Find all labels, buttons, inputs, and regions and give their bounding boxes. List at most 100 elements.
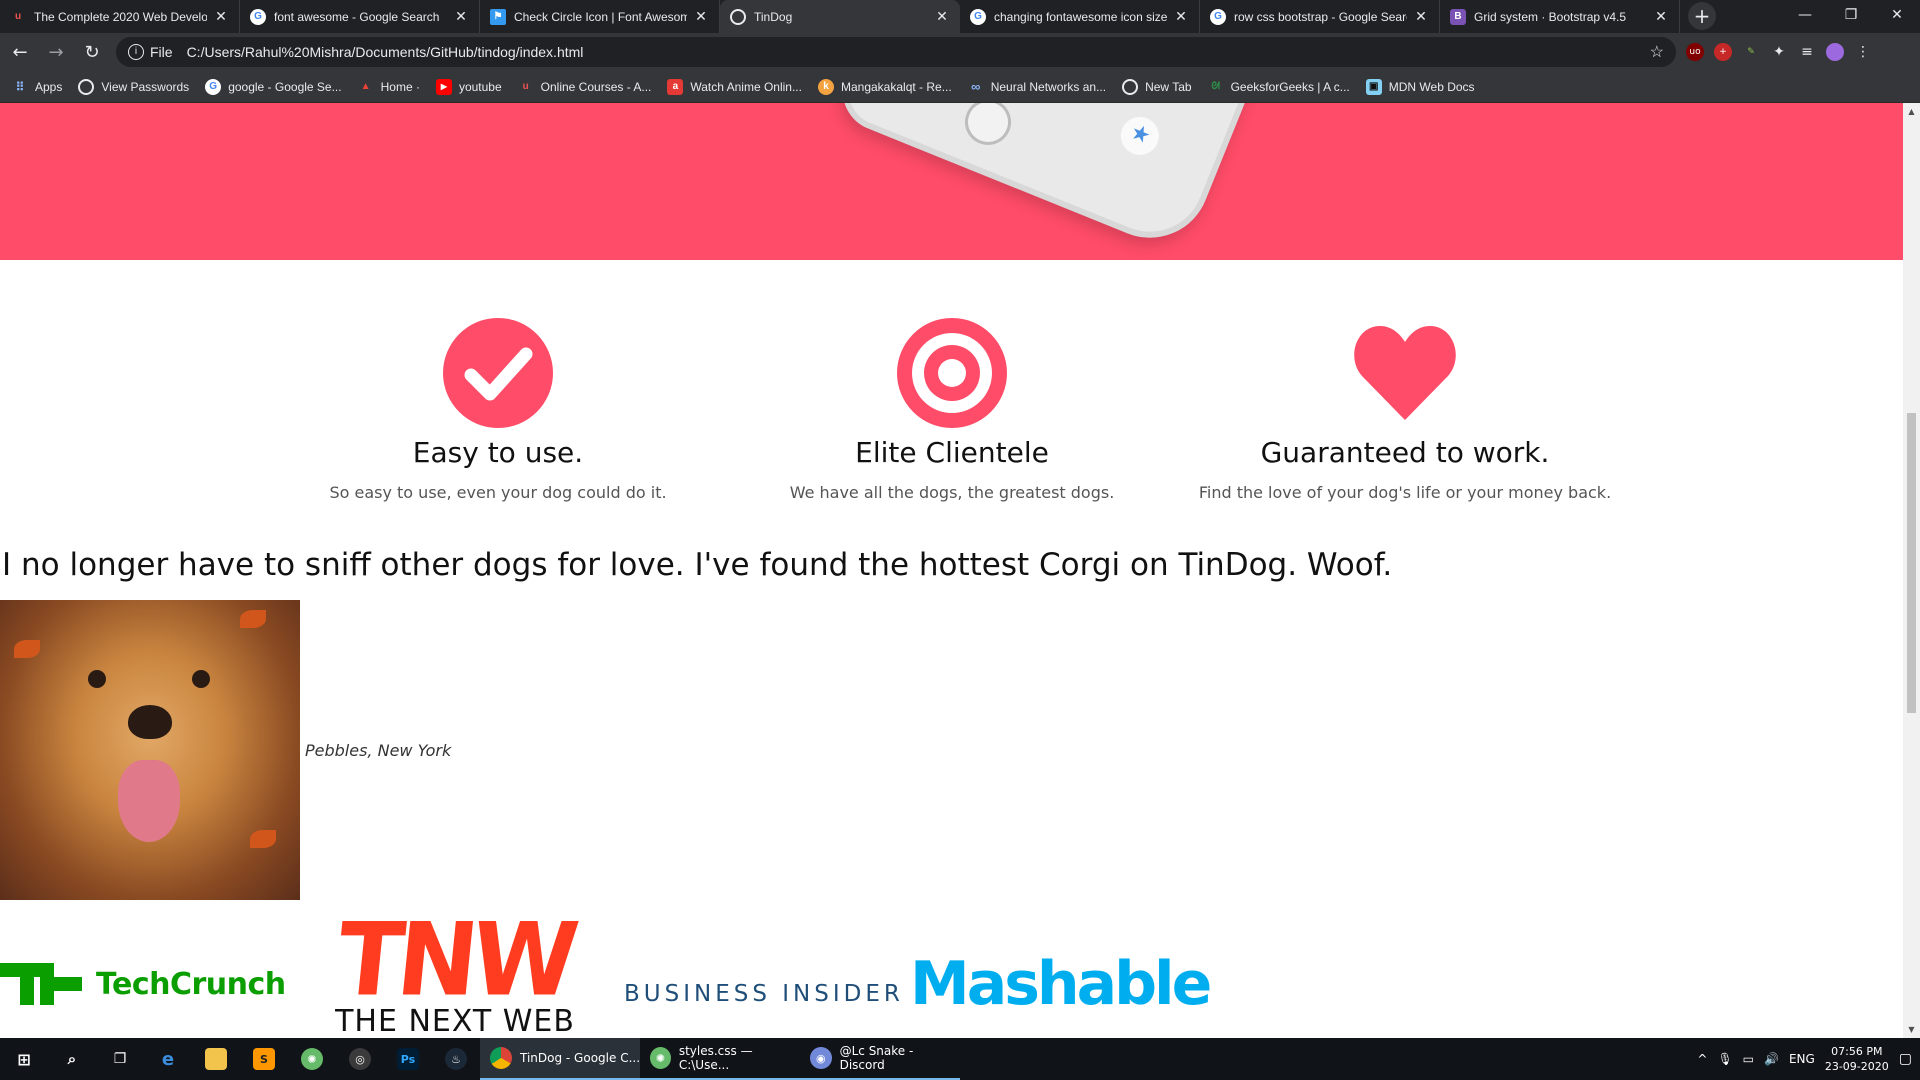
tnw-logo: TNW THE NEXT WEB xyxy=(305,901,605,1037)
clock-date: 23-09-2020 xyxy=(1824,1060,1889,1073)
ublock-icon[interactable]: uo xyxy=(1686,43,1704,61)
minimize-icon[interactable]: — xyxy=(1782,0,1828,30)
task-view-button[interactable]: ❐ xyxy=(96,1038,144,1080)
browser-tab[interactable]: u The Complete 2020 Web Develop ✕ xyxy=(0,0,240,33)
folder-icon xyxy=(205,1048,227,1070)
red-extension-icon[interactable]: + xyxy=(1714,43,1732,61)
udemy-icon: u xyxy=(14,11,22,22)
media-icon[interactable]: ≡ xyxy=(1798,43,1816,61)
tab-title: font awesome - Google Search xyxy=(274,9,440,24)
bookmark-item[interactable]: Ggoogle - Google Se... xyxy=(205,78,342,95)
bookmark-item[interactable]: ▲ Home · xyxy=(358,79,420,95)
google-icon: G xyxy=(250,8,266,25)
leaf-graphic xyxy=(14,640,40,658)
close-icon[interactable]: ✕ xyxy=(213,8,229,25)
notifications-icon[interactable]: ▢ xyxy=(1899,1051,1912,1067)
bookmark-item[interactable]: a Watch Anime Onlin... xyxy=(667,78,802,95)
close-icon[interactable]: ✕ xyxy=(1413,8,1429,25)
task-view-icon: ❐ xyxy=(113,1051,127,1067)
close-icon[interactable]: ✕ xyxy=(934,8,950,25)
taskbar-app-chrome[interactable]: TinDog - Google C... xyxy=(480,1038,640,1080)
close-icon[interactable]: ✕ xyxy=(453,8,469,25)
taskbar-app-discord[interactable]: ◉ @Lc Snake - Discord xyxy=(800,1038,960,1080)
techcrunch-wordmark: TechCrunch xyxy=(96,966,286,1002)
scroll-up-icon[interactable]: ▲ xyxy=(1903,103,1920,120)
volume-icon[interactable]: 🔊 xyxy=(1764,1052,1779,1066)
menu-icon[interactable]: ⋮ xyxy=(1854,43,1872,61)
file-explorer-button[interactable] xyxy=(192,1038,240,1080)
close-icon[interactable]: ✕ xyxy=(1653,8,1669,25)
bookmark-item[interactable]: ∞ Neural Networks an... xyxy=(968,79,1106,95)
pen-extension-icon[interactable]: ✎ xyxy=(1742,43,1760,61)
url-text[interactable]: C:/Users/Rahul%20Mishra/Documents/GitHub… xyxy=(187,44,584,60)
feature-title: Elite Clientele xyxy=(855,436,1049,469)
close-window-icon[interactable]: ✕ xyxy=(1874,0,1920,30)
browser-tab[interactable]: G changing fontawesome icon size ✕ xyxy=(960,0,1200,33)
discord-icon: ◉ xyxy=(810,1047,832,1069)
youtube-icon: ▶ xyxy=(435,78,452,95)
bookmarks-bar: ⠿ Apps View Passwords Ggoogle - Google Se… xyxy=(0,71,1920,103)
puzzle-icon[interactable]: ✦ xyxy=(1770,43,1788,61)
forward-icon[interactable]: → xyxy=(40,36,72,68)
bookmark-item[interactable]: u Online Courses - A... xyxy=(518,79,652,95)
windows-logo-icon: ⊞ xyxy=(17,1049,31,1069)
clock[interactable]: 07:56 PM 23-09-2020 xyxy=(1825,1044,1889,1074)
info-icon[interactable]: i xyxy=(128,44,144,60)
bookmark-item[interactable]: ▣ MDN Web Docs xyxy=(1365,78,1475,95)
atom-button[interactable]: ✺ xyxy=(288,1038,336,1080)
browser-tab-active[interactable]: TinDog ✕ xyxy=(720,0,960,33)
bookmark-item[interactable]: New Tab xyxy=(1122,78,1192,95)
photoshop-button[interactable]: Ps xyxy=(384,1038,432,1080)
mashable-logo: Mashable xyxy=(910,949,1212,1019)
edge-icon: e xyxy=(161,1048,175,1070)
browser-tab[interactable]: G row css bootstrap - Google Search ✕ xyxy=(1200,0,1440,33)
sublime-button[interactable]: S xyxy=(240,1038,288,1080)
avatar[interactable] xyxy=(1826,43,1844,61)
tab-title: Grid system · Bootstrap v4.5 xyxy=(1474,9,1627,24)
address-bar[interactable]: i File C:/Users/Rahul%20Mishra/Documents… xyxy=(116,37,1676,67)
mdn-icon: ▣ xyxy=(1365,78,1382,95)
bootstrap-icon: B xyxy=(1450,8,1466,25)
bookmark-item[interactable]: ▶ youtube xyxy=(435,78,502,95)
search-button[interactable]: ⌕ xyxy=(48,1038,96,1080)
globe-icon xyxy=(1122,78,1139,95)
close-icon[interactable]: ✕ xyxy=(1173,8,1189,25)
techcrunch-mark xyxy=(0,963,82,1005)
taskbar-app-atom[interactable]: ✺ styles.css — C:\Use... xyxy=(640,1038,800,1080)
davinci-button[interactable]: ◎ xyxy=(336,1038,384,1080)
iphone-image: ★ xyxy=(830,103,1270,256)
google-icon: G xyxy=(970,8,986,25)
feature-title: Easy to use. xyxy=(412,436,584,469)
close-icon[interactable]: ✕ xyxy=(693,8,709,25)
clock-time: 07:56 PM xyxy=(1831,1045,1883,1058)
browser-tab[interactable]: ⚑ Check Circle Icon | Font Awesome ✕ xyxy=(480,0,720,33)
reload-icon[interactable]: ↻ xyxy=(76,36,108,68)
scrollbar-thumb[interactable] xyxy=(1907,413,1916,713)
scroll-down-icon[interactable]: ▼ xyxy=(1903,1021,1920,1038)
steam-button[interactable]: ♨ xyxy=(432,1038,480,1080)
bookmark-star-icon[interactable]: ☆ xyxy=(1650,42,1664,62)
language-indicator[interactable]: ENG xyxy=(1789,1052,1815,1066)
bookmark-item[interactable]: ᘛ GeeksforGeeks | A c... xyxy=(1208,79,1349,95)
bookmark-apps[interactable]: ⠿ Apps xyxy=(12,79,63,95)
home-button-graphic xyxy=(958,103,1018,152)
restore-icon[interactable]: ❐ xyxy=(1828,0,1874,30)
sublime-icon: S xyxy=(253,1048,275,1070)
back-icon[interactable]: ← xyxy=(4,36,36,68)
tray-chevron-icon[interactable]: ^ xyxy=(1697,1052,1707,1066)
browser-tab[interactable]: G font awesome - Google Search ✕ xyxy=(240,0,480,33)
new-tab-button[interactable]: + xyxy=(1688,2,1716,30)
page-scrollbar[interactable]: ▲ ▼ xyxy=(1903,103,1920,1038)
bookmark-item[interactable]: k Mangakakalqt - Re... xyxy=(817,78,952,95)
microphone-icon[interactable]: 🎙 xyxy=(1717,1052,1732,1066)
edge-button[interactable]: e xyxy=(144,1038,192,1080)
feature-text: Find the love of your dog's life or your… xyxy=(1198,483,1612,502)
network-icon[interactable]: ▭ xyxy=(1743,1052,1754,1066)
bookmark-item[interactable]: View Passwords xyxy=(78,78,189,95)
browser-tab[interactable]: B Grid system · Bootstrap v4.5 ✕ xyxy=(1440,0,1680,33)
features-section: Easy to use. So easy to use, even your d… xyxy=(0,260,1903,545)
gfg-icon: ᘛ xyxy=(1211,81,1220,92)
search-icon: ⌕ xyxy=(67,1050,77,1068)
press-section: TechCrunch TNW THE NEXT WEB BUSINESS INS… xyxy=(0,901,1903,1038)
start-button[interactable]: ⊞ xyxy=(0,1038,48,1080)
